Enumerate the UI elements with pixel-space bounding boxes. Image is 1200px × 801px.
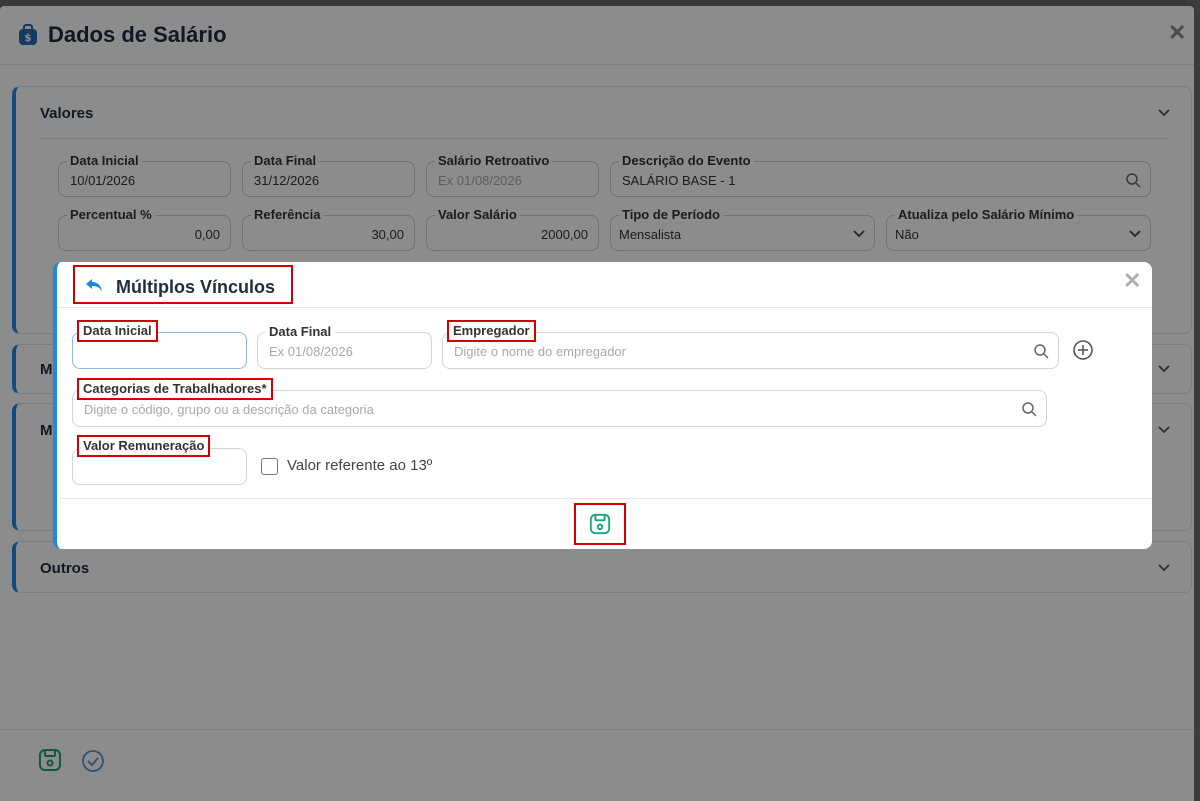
dialog-title-highlight: Múltiplos Vínculos xyxy=(73,265,293,304)
dialog-header-divider xyxy=(57,307,1152,308)
valor-remuneracao-label: Valor Remuneração xyxy=(77,435,211,457)
dialog-title: Múltiplos Vínculos xyxy=(116,277,276,297)
save-button[interactable] xyxy=(574,503,626,545)
dialog-footer-divider xyxy=(61,498,1152,499)
plus-circle-icon[interactable] xyxy=(1072,339,1094,361)
decimo-terceiro-checkbox[interactable] xyxy=(261,458,278,475)
search-icon[interactable] xyxy=(1033,343,1049,359)
empregador-label: Empregador xyxy=(447,320,536,342)
data-final-label: Data Final xyxy=(265,324,336,340)
save-icon xyxy=(589,513,611,535)
reply-arrow-icon[interactable] xyxy=(85,278,103,292)
close-icon[interactable]: ✕ xyxy=(1123,268,1141,294)
categorias-label: Categorias de Trabalhadores* xyxy=(77,378,273,400)
search-icon[interactable] xyxy=(1021,401,1037,417)
data-inicial-label: Data Inicial xyxy=(77,320,158,342)
decimo-terceiro-label: Valor referente ao 13º xyxy=(287,457,433,474)
multiplos-vinculos-dialog: Múltiplos Vínculos ✕ Data Inicial Ex 01/… xyxy=(53,262,1152,549)
